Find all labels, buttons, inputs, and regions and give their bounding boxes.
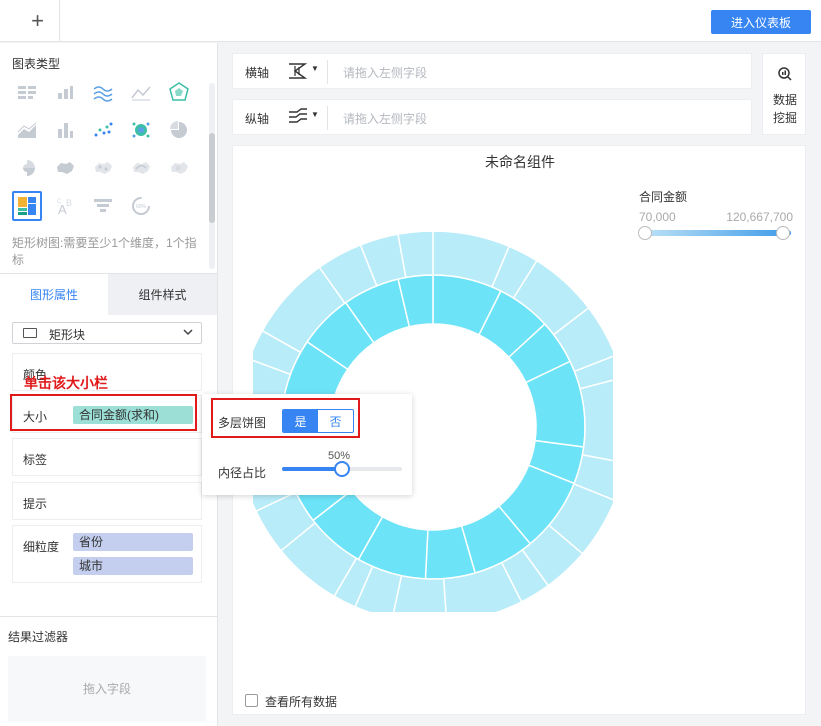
filter-drop-zone[interactable]: 拖入字段 [8, 656, 206, 721]
shape-type-select[interactable]: 矩形块 [12, 322, 202, 344]
outer-ring-segment[interactable] [579, 378, 613, 463]
show-all-data-label: 查看所有数据 [265, 695, 338, 709]
divider [0, 616, 217, 617]
scatter-chart-icon[interactable] [88, 115, 118, 145]
inner-radius-slider-handle[interactable] [334, 461, 350, 477]
annotation-box-multilayer [211, 398, 360, 438]
legend-min-value: 70,000 [639, 210, 676, 224]
x-axis-label: 横轴 [245, 66, 270, 80]
inner-radius-value: 50% [328, 450, 351, 462]
caret-down-icon[interactable]: ▼ [311, 64, 319, 73]
chart-type-scroll-thumb[interactable] [209, 133, 215, 223]
x-axis-drop-placeholder[interactable]: 请拖入左侧字段 [343, 64, 427, 81]
treemap-chart-icon[interactable] [12, 191, 42, 221]
rectangle-icon [23, 328, 37, 338]
tab-graphic-properties[interactable]: 图形属性 [0, 274, 108, 315]
annotation-box-size [10, 394, 197, 431]
chart-type-title: 图表类型 [12, 57, 61, 71]
inner-radius-label: 内径占比 [218, 466, 267, 480]
line-chart-icon[interactable] [126, 77, 156, 107]
show-all-data-checkbox[interactable] [245, 694, 258, 707]
label-property[interactable]: 标签 [12, 438, 202, 476]
bubble-chart-icon[interactable] [126, 115, 156, 145]
divider [327, 60, 328, 84]
granularity-property[interactable]: 细粒度 省份 城市 [12, 525, 202, 583]
legend-min-handle[interactable] [638, 226, 652, 240]
data-mining-label-2: 挖掘 [772, 111, 797, 125]
y-axis-drop-placeholder[interactable]: 请拖入左侧字段 [343, 110, 427, 127]
point-map-icon[interactable] [88, 153, 118, 183]
stacked-bar-icon[interactable] [50, 115, 80, 145]
chart-title[interactable]: 未命名组件 [233, 152, 807, 172]
region-map-icon[interactable] [50, 153, 80, 183]
inner-radius-slider-fill [282, 467, 342, 471]
funnel-chart-icon[interactable] [88, 191, 118, 221]
enter-dashboard-button[interactable]: 进入仪表板 [711, 10, 811, 34]
tooltip-property-label: 提示 [23, 497, 48, 511]
shape-type-value: 矩形块 [49, 328, 86, 342]
caret-down-icon[interactable]: ▼ [311, 110, 319, 119]
y-axis-label: 纵轴 [245, 112, 270, 126]
granularity-field-pill[interactable]: 省份 [73, 533, 193, 551]
svg-text:C: C [57, 199, 62, 205]
data-mining-button[interactable]: 数据 挖掘 [762, 53, 806, 135]
area-chart-icon[interactable] [12, 115, 42, 145]
chevron-down-icon [181, 325, 195, 342]
rose-chart-icon[interactable] [12, 153, 42, 183]
legend-gradient-bar [643, 230, 791, 236]
gauge-chart-icon[interactable]: 60% [126, 191, 156, 221]
svg-text:60%: 60% [136, 204, 147, 210]
add-tab-button[interactable]: + [16, 0, 60, 42]
svg-text:B: B [66, 198, 72, 208]
top-bar: + 进入仪表板 [0, 0, 821, 42]
data-mining-label-1: 数据 [772, 93, 797, 107]
annotation-label: 单击该大小栏 [24, 375, 108, 391]
y-axis-sort-icon[interactable] [287, 106, 309, 131]
y-axis-row: 纵轴 ▼ 请拖入左侧字段 [232, 99, 752, 135]
chart-type-hint: 矩形树图:需要至少1个维度，1个指标 [12, 236, 197, 267]
legend-title: 合同金额 [639, 190, 688, 204]
data-mining-icon [777, 66, 793, 82]
word-cloud-icon[interactable]: ABC [50, 191, 80, 221]
x-axis-row: 横轴 ▼ 请拖入左侧字段 [232, 53, 752, 89]
flow-map-icon[interactable] [126, 153, 156, 183]
legend-max-value: 120,667,700 [726, 210, 793, 224]
x-axis-sort-icon[interactable] [287, 60, 309, 85]
granularity-field-pill[interactable]: 城市 [73, 557, 193, 575]
property-tabs: 图形属性 组件样式 [0, 273, 217, 315]
legend-max-handle[interactable] [776, 226, 790, 240]
tooltip-property[interactable]: 提示 [12, 482, 202, 520]
label-property-label: 标签 [23, 453, 48, 467]
radar-chart-icon[interactable] [164, 77, 194, 107]
result-filter-title: 结果过滤器 [8, 630, 69, 644]
pie-chart-icon[interactable] [164, 115, 194, 145]
multi-line-chart-icon[interactable] [88, 77, 118, 107]
tab-component-style[interactable]: 组件样式 [108, 274, 217, 315]
divider [327, 106, 328, 130]
granularity-property-label: 细粒度 [23, 540, 60, 554]
heat-map-icon[interactable] [164, 153, 194, 183]
table-chart-icon[interactable] [12, 77, 42, 107]
bar-chart-icon[interactable] [50, 77, 80, 107]
